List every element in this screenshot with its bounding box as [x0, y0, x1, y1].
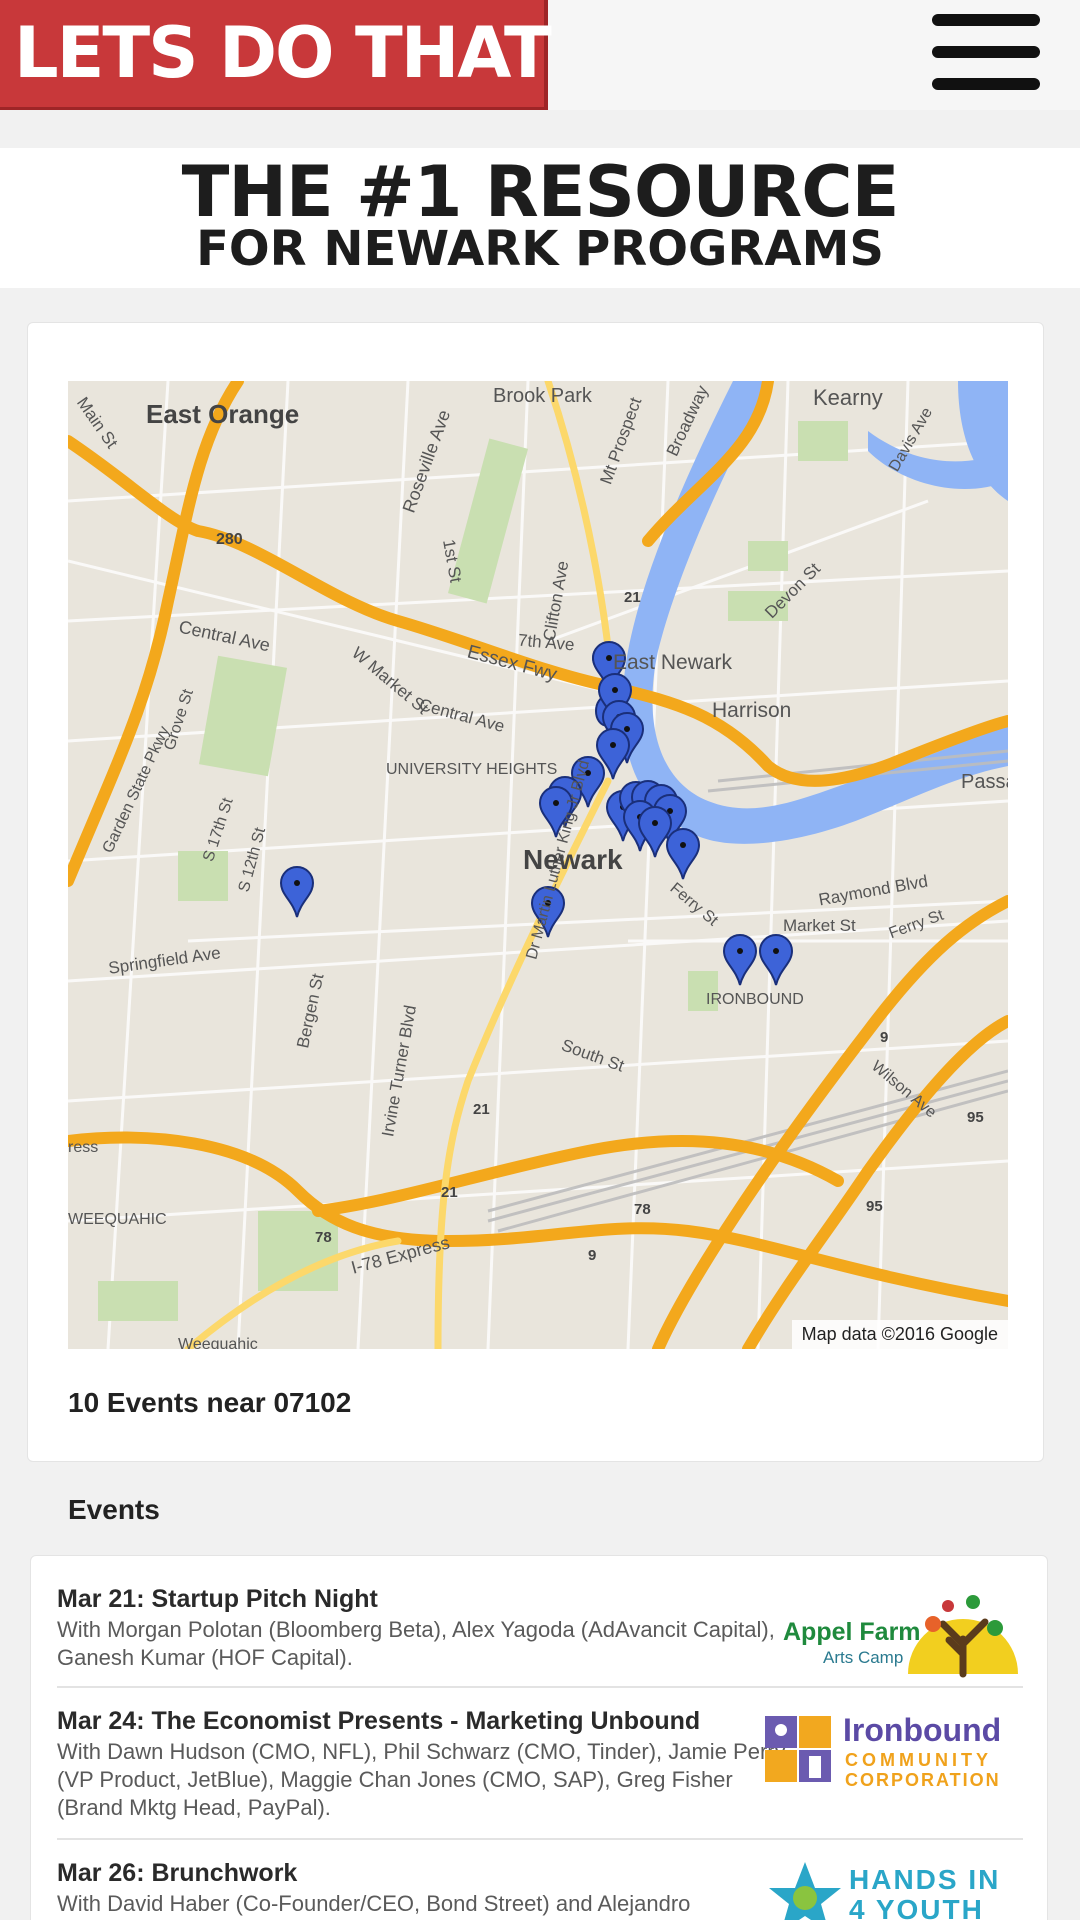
- map-attribution: Map data ©2016 Google: [791, 1320, 1008, 1349]
- map-label: 95: [866, 1198, 883, 1215]
- sponsor-name-2: 4 YOUTH: [849, 1894, 984, 1920]
- events-list: Mar 21: Startup Pitch Night With Morgan …: [30, 1555, 1048, 1920]
- map-marker-dot: [680, 842, 686, 848]
- list-item[interactable]: Mar 24: The Economist Presents - Marketi…: [57, 1706, 1023, 1836]
- sponsor-logo-appel-farm[interactable]: Appel Farm Arts Camp: [773, 1584, 1023, 1684]
- list-item[interactable]: Mar 21: Startup Pitch Night With Morgan …: [57, 1584, 1023, 1688]
- map-label: 21: [624, 589, 641, 606]
- sponsor-logo-ironbound[interactable]: Ironbound COMMUNITY CORPORATION: [765, 1712, 1023, 1796]
- map-marker-dot: [624, 726, 630, 732]
- map-marker-dot: [773, 948, 779, 954]
- map-label: Brook Park: [493, 385, 592, 407]
- map-label: 9: [880, 1029, 889, 1046]
- results-count: 10 Events near 07102: [68, 1387, 352, 1418]
- event-description: With Dawn Hudson (CMO, NFL), Phil Schwar…: [57, 1739, 786, 1820]
- map-label: 21: [473, 1101, 490, 1118]
- sponsor-name: Appel Farm: [783, 1618, 921, 1646]
- map-label: 9: [588, 1247, 597, 1264]
- map-label: WEEQUAHIC: [68, 1211, 167, 1228]
- map-marker-dot: [294, 880, 300, 886]
- map-label: Weequahic: [178, 1336, 258, 1349]
- hamburger-menu-icon[interactable]: [932, 12, 1040, 92]
- hero-title: THE #1 RESOURCE: [181, 151, 900, 233]
- event-description: With Morgan Polotan (Bloomberg Beta), Al…: [57, 1617, 775, 1670]
- map-label: 78: [634, 1201, 651, 1218]
- map-label: 78: [315, 1229, 332, 1246]
- events-map[interactable]: East Orange Brook Park Kearny Main St 280 Ros…: [68, 381, 1008, 1349]
- map-card: East Orange Brook Park Kearny Main St 280 Ros…: [27, 322, 1044, 1462]
- map-label: East Newark: [613, 651, 733, 674]
- top-bar: LETS DO THAT: [0, 0, 1080, 110]
- map-label: IRONBOUND: [706, 991, 804, 1008]
- sponsor-name: Ironbound: [843, 1712, 1002, 1748]
- sponsor-name: HANDS IN: [849, 1864, 1001, 1895]
- hero-banner: THE #1 RESOURCE FOR NEWARK PROGRAMS: [0, 148, 1080, 288]
- map-label: Newark: [523, 844, 623, 875]
- map-marker-dot: [553, 800, 559, 806]
- event-description: With David Haber (Co-Founder/CEO, Bond S…: [57, 1891, 691, 1916]
- sponsor-logo-hands-in-4-youth[interactable]: HANDS IN 4 YOUTH: [765, 1858, 1023, 1920]
- map-label: 280: [216, 531, 243, 548]
- divider: [57, 1686, 1023, 1688]
- event-title[interactable]: Mar 24: The Economist Presents - Marketi…: [57, 1706, 787, 1736]
- map-label: 95: [967, 1109, 984, 1126]
- map-label: ress: [68, 1139, 99, 1156]
- map-label: Passaic: [961, 771, 1008, 793]
- events-heading: Events: [68, 1494, 160, 1525]
- map-marker-dot: [652, 820, 658, 826]
- event-title[interactable]: Mar 21: Startup Pitch Night: [57, 1584, 787, 1614]
- map-label: UNIVERSITY HEIGHTS: [386, 761, 558, 778]
- sponsor-subtitle: Arts Camp: [823, 1648, 904, 1667]
- map-label: Harrison: [712, 699, 792, 722]
- divider: [57, 1838, 1023, 1840]
- event-title[interactable]: Mar 26: Brunchwork: [57, 1858, 787, 1888]
- map-label: Kearny: [813, 385, 883, 410]
- hero-subtitle: FOR NEWARK PROGRAMS: [196, 221, 884, 277]
- map-marker-dot: [737, 948, 743, 954]
- map-marker-dot: [606, 655, 612, 661]
- site-logo[interactable]: LETS DO THAT: [0, 0, 552, 110]
- list-item[interactable]: Mar 26: Brunchwork With David Haber (Co-…: [57, 1858, 1023, 1920]
- map-label: East Orange: [146, 399, 300, 429]
- sponsor-subtitle: COMMUNITY: [845, 1750, 992, 1770]
- map-label: 21: [441, 1184, 458, 1201]
- sponsor-subtitle-2: CORPORATION: [845, 1770, 1001, 1790]
- map-label: Market St: [783, 916, 856, 935]
- logo-text: LETS DO THAT: [14, 12, 552, 94]
- map-marker-dot: [610, 742, 616, 748]
- map-marker-dot: [612, 687, 618, 693]
